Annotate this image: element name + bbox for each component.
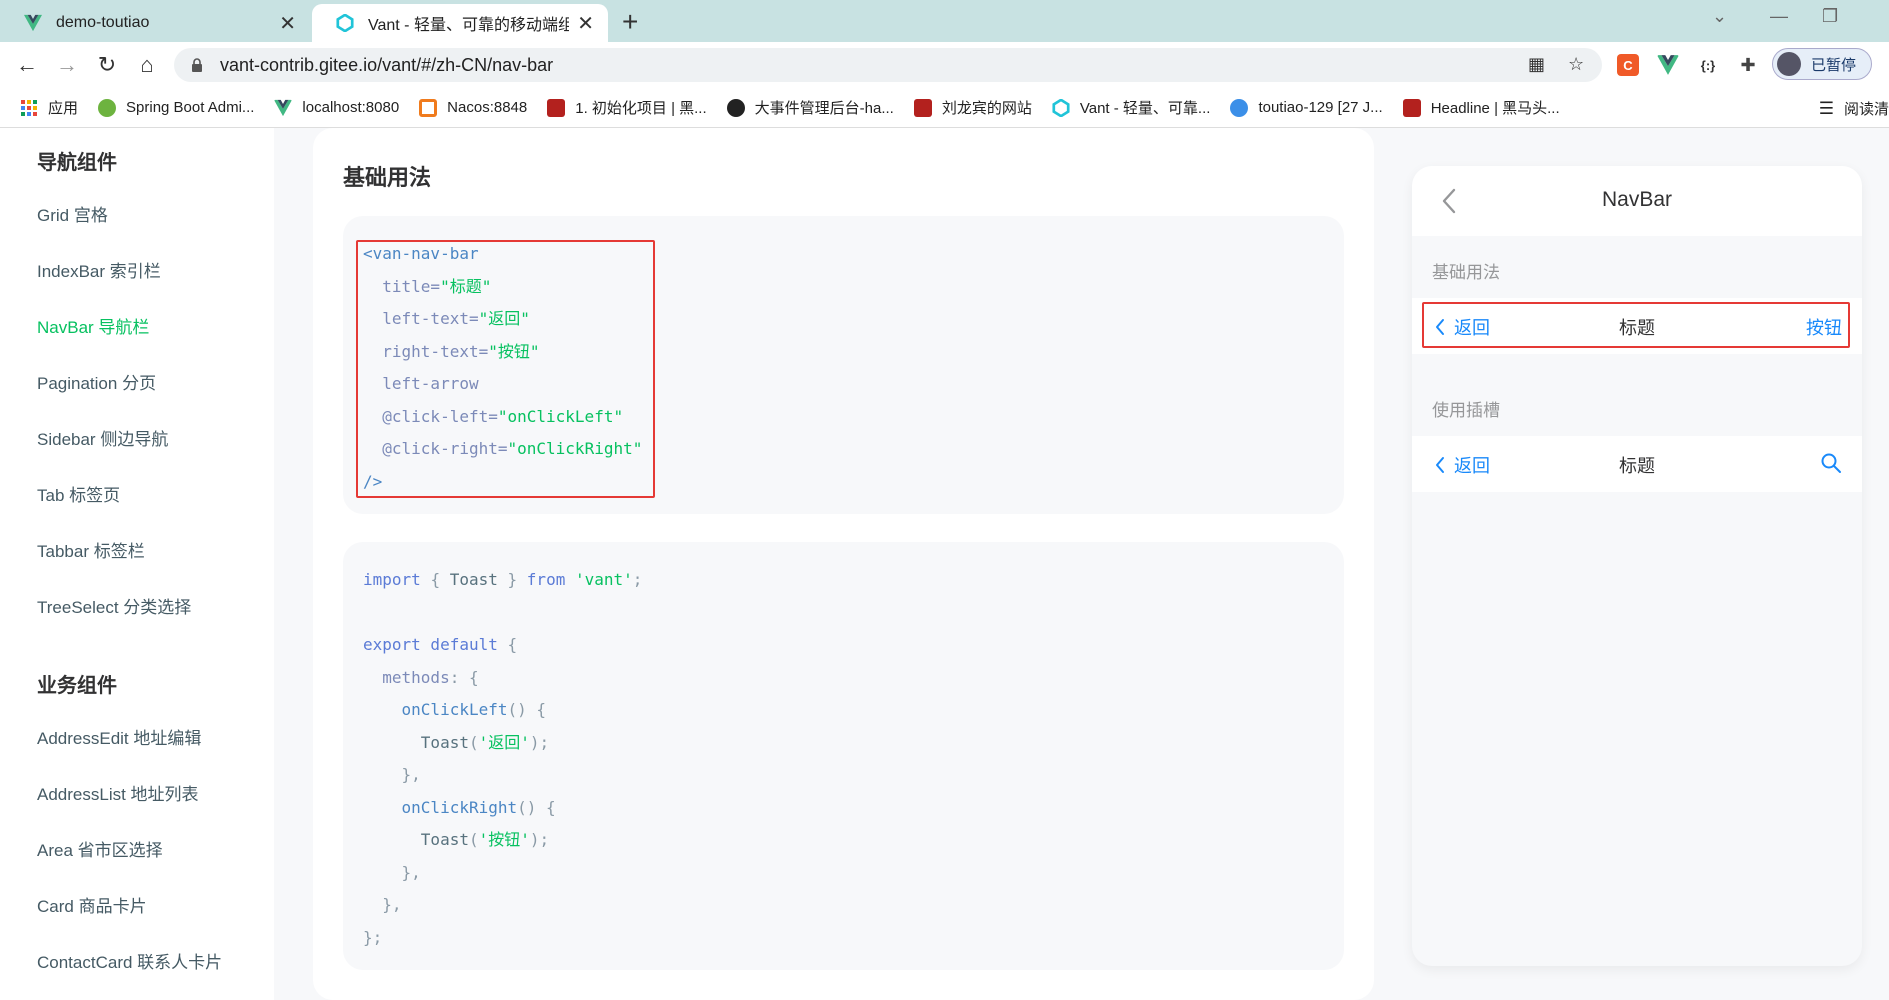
spring-icon	[98, 98, 117, 117]
sidebar-group-nav: 导航组件	[37, 152, 117, 174]
vant-icon	[336, 14, 354, 32]
tab-title: demo-toutiao	[56, 14, 150, 31]
search-icon[interactable]	[1820, 452, 1842, 474]
profile-label: 已暂停	[1811, 56, 1857, 74]
url-path: /vant/#/zh-CN/nav-bar	[377, 54, 554, 75]
mobile-demo-preview: NavBar 基础用法 返回 标题 按钮 使用插槽 返回 标题	[1412, 166, 1862, 966]
nacos-icon	[419, 98, 438, 117]
home-icon[interactable]: ⌂	[132, 50, 162, 80]
sidebar-item-area[interactable]: Area 省市区选择	[37, 836, 163, 861]
code-line: Toast('按钮');	[363, 830, 550, 849]
navbar-title: 标题	[1619, 456, 1655, 476]
sidebar-group-biz: 业务组件	[37, 675, 117, 697]
bookmark-nacos[interactable]: Nacos:8848	[419, 98, 527, 117]
tab-title: Vant - 轻量、可靠的移动端组件库	[368, 17, 570, 34]
avatar	[1777, 52, 1801, 76]
heima-icon	[1402, 98, 1421, 117]
close-tab-icon[interactable]: ✕	[577, 11, 594, 36]
bookmark-headline[interactable]: Headline | 黑马头...	[1402, 97, 1560, 118]
vue-icon	[274, 99, 293, 116]
profile-button[interactable]: 已暂停	[1772, 48, 1872, 80]
tab-demo-toutiao[interactable]: demo-toutiao ✕	[0, 4, 310, 42]
code-line: },	[363, 895, 402, 914]
bookmark-apps[interactable]: 应用	[20, 97, 78, 118]
reading-list-icon: ☰	[1818, 98, 1834, 118]
sidebar-item-pagination[interactable]: Pagination 分页	[37, 369, 156, 394]
demo-navbar-slot: 返回 标题	[1412, 436, 1862, 492]
bookmark-vant[interactable]: Vant - 轻量、可靠...	[1052, 97, 1210, 118]
browser-tab-strip: demo-toutiao ✕ Vant - 轻量、可靠的移动端组件库 ✕ + ⌄…	[0, 0, 1889, 42]
url-host: vant-contrib.gitee.io	[220, 54, 378, 75]
heima-icon	[547, 98, 566, 117]
sidebar-item-indexbar[interactable]: IndexBar 索引栏	[37, 257, 161, 282]
apps-grid-icon	[21, 99, 37, 116]
qr-code-icon[interactable]: ▦	[1528, 54, 1545, 75]
new-tab-button[interactable]: +	[622, 6, 638, 38]
sidebar-item-grid[interactable]: Grid 宫格	[37, 201, 108, 226]
sidebar-item-tabbar[interactable]: Tabbar 标签栏	[37, 537, 145, 562]
forward-icon[interactable]: →	[52, 50, 82, 80]
minimize-icon[interactable]: —	[1770, 6, 1788, 27]
code-line: },	[363, 765, 421, 784]
reload-icon[interactable]: ↻	[92, 50, 122, 80]
demo-label-basic: 基础用法	[1432, 263, 1500, 282]
demo-label-slot: 使用插槽	[1432, 401, 1500, 420]
code-line: },	[363, 862, 421, 882]
sidebar-item-card[interactable]: Card 商品卡片	[37, 892, 147, 917]
vue-devtools-icon[interactable]	[1657, 54, 1679, 76]
sidebar-item-addressedit[interactable]: AddressEdit 地址编辑	[37, 724, 201, 749]
code-highlight-box	[356, 240, 655, 498]
bookmark-toutiao-129[interactable]: toutiao-129 [27 J...	[1230, 98, 1383, 117]
section-title: 基础用法	[343, 165, 432, 190]
bookmark-spring-boot-admin[interactable]: Spring Boot Admi...	[98, 98, 254, 117]
sidebar-item-navbar[interactable]: NavBar 导航栏	[37, 313, 149, 338]
close-tab-icon[interactable]: ✕	[279, 11, 296, 36]
demo-highlight-box	[1422, 302, 1850, 348]
tab-vant[interactable]: Vant - 轻量、可靠的移动端组件库 ✕	[312, 4, 608, 42]
vant-icon	[1052, 98, 1070, 117]
extensions-puzzle-icon[interactable]: ✚	[1737, 54, 1759, 76]
demo-header: NavBar	[1412, 166, 1862, 236]
bookmark-big-event[interactable]: 大事件管理后台-ha...	[726, 97, 894, 118]
code-line: };	[363, 927, 383, 947]
sidebar-item-treeselect[interactable]: TreeSelect 分类选择	[37, 593, 191, 618]
sidebar-item-addresslist[interactable]: AddressList 地址列表	[37, 780, 199, 805]
toutiao-icon	[1230, 98, 1249, 117]
demo-title: NavBar	[1601, 188, 1673, 211]
code-line: onClickRight() {	[401, 797, 556, 817]
browser-toolbar: ← → ↻ ⌂ vant-contrib.gitee.io/vant/#/zh-…	[0, 42, 1889, 88]
tab-search-icon[interactable]: ⌄	[1712, 6, 1727, 27]
extension-c-icon[interactable]: C	[1617, 54, 1639, 76]
vue-icon	[24, 14, 42, 32]
restore-icon[interactable]: ❐	[1822, 6, 1838, 27]
bookmark-star-icon[interactable]: ☆	[1568, 54, 1584, 75]
code-line: onClickLeft() {	[401, 700, 547, 719]
code-line: Toast('返回');	[363, 732, 550, 752]
page: 导航组件 Grid 宫格 IndexBar 索引栏 NavBar 导航栏 Pag…	[0, 128, 1889, 1000]
code-line: export default {	[363, 635, 518, 654]
sidebar-item-contactcard[interactable]: ContactCard 联系人卡片	[37, 948, 222, 973]
code-line: import { Toast } from 'vant';	[363, 570, 643, 589]
bookmarks-bar: 应用 Spring Boot Admi... localhost:8080 Na…	[0, 88, 1889, 128]
sidebar-item-sidebar[interactable]: Sidebar 侧边导航	[37, 425, 168, 450]
script-code-block: import { Toast } from 'vant'; export def…	[343, 542, 1344, 970]
code-line: methods: {	[382, 667, 479, 687]
globe-icon	[726, 98, 745, 117]
back-icon[interactable]: ←	[12, 50, 42, 80]
heima-icon	[913, 98, 932, 117]
json-viewer-icon[interactable]: {:}	[1697, 54, 1719, 76]
bookmark-liulongbin[interactable]: 刘龙宾的网站	[913, 97, 1032, 118]
bookmark-init-project[interactable]: 1. 初始化项目 | 黑...	[547, 97, 707, 118]
reading-list[interactable]: ☰ 阅读清	[1819, 98, 1889, 119]
bookmark-localhost[interactable]: localhost:8080	[274, 99, 399, 117]
address-bar[interactable]: vant-contrib.gitee.io/vant/#/zh-CN/nav-b…	[174, 48, 1602, 82]
docs-sidebar: 导航组件 Grid 宫格 IndexBar 索引栏 NavBar 导航栏 Pag…	[0, 128, 274, 1000]
lock-icon	[192, 58, 202, 72]
sidebar-item-tab[interactable]: Tab 标签页	[37, 481, 120, 506]
